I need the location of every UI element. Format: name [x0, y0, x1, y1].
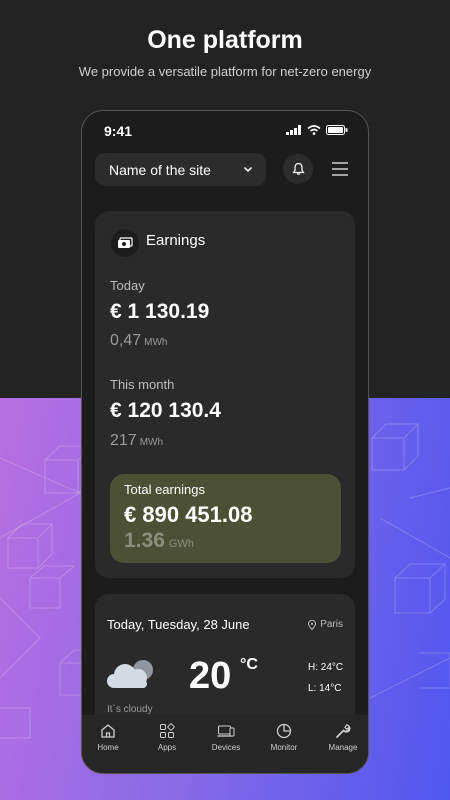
tab-manage[interactable]: Manage [315, 723, 368, 752]
tab-home-label: Home [97, 743, 119, 752]
month-energy-unit: MWh [139, 437, 164, 448]
temperature-high: H: 24°C [308, 662, 344, 673]
signal-icon [286, 125, 301, 135]
total-label: Total earnings [124, 482, 205, 497]
total-energy-value: 1.36 [124, 529, 165, 552]
status-bar: 9:41 [104, 123, 348, 141]
monitor-icon [276, 723, 292, 739]
phone-frame: 9:41 Name of the site Earnings Today € 1… [81, 110, 369, 774]
temperature-value: 20 [189, 655, 232, 697]
wrench-icon [336, 724, 351, 738]
total-earnings-panel: Total earnings € 890 451.08 1.36 GWh [110, 474, 341, 563]
weather-location: Paris [308, 619, 343, 630]
tab-devices[interactable]: Devices [198, 723, 254, 752]
temperature-low: L: 14°C [308, 683, 342, 694]
headline: One platform [147, 26, 303, 54]
earnings-card: Earnings Today € 1 130.19 0,47 MWh This m… [95, 211, 355, 578]
today-label: Today [110, 278, 145, 293]
tab-apps-label: Apps [157, 743, 177, 752]
earnings-title: Earnings [146, 232, 206, 249]
site-selector[interactable]: Name of the site [95, 153, 266, 186]
chevron-down-icon [243, 166, 253, 173]
temperature-unit: °C [240, 656, 258, 673]
month-energy: 217 MWh [110, 432, 163, 450]
tab-home[interactable]: Home [82, 723, 136, 752]
menu-button[interactable] [330, 160, 350, 178]
today-energy: 0,47 MWh [110, 332, 167, 350]
tab-monitor-label: Monitor [270, 743, 298, 752]
location-pin-icon [308, 619, 317, 630]
today-value: € 1 130.19 [110, 300, 210, 323]
apps-icon [160, 723, 175, 738]
bell-icon [291, 162, 305, 175]
wifi-icon [307, 125, 321, 135]
total-energy-unit: GWh [168, 538, 194, 550]
month-energy-value: 217 [110, 432, 137, 449]
weather-description: It`s cloudy [107, 704, 153, 715]
today-energy-unit: MWh [144, 337, 168, 348]
subline: We provide a versatile platform for net-… [78, 64, 372, 79]
tab-manage-label: Manage [328, 743, 358, 752]
site-selector-label: Name of the site [109, 161, 211, 178]
home-icon [101, 724, 115, 738]
devices-icon [217, 725, 235, 737]
tab-apps[interactable]: Apps [139, 723, 195, 752]
money-icon [111, 229, 139, 257]
notifications-button[interactable] [283, 154, 313, 184]
tab-devices-label: Devices [211, 743, 241, 752]
tab-monitor[interactable]: Monitor [256, 723, 312, 752]
month-label: This month [110, 377, 175, 392]
weather-location-label: Paris [320, 619, 343, 630]
month-value: € 120 130.4 [110, 399, 221, 422]
weather-date: Today, Tuesday, 28 June [107, 617, 250, 632]
weather-card: Today, Tuesday, 28 June Paris 20 °C H: 2… [95, 594, 355, 734]
battery-icon [326, 125, 348, 135]
cloud-icon [107, 660, 153, 688]
today-energy-value: 0,47 [110, 332, 142, 349]
total-energy: 1.36 GWh [124, 529, 194, 553]
total-value: € 890 451.08 [124, 502, 253, 527]
status-time: 9:41 [104, 123, 133, 139]
bottom-tab-bar: Home Apps Devices Monitor Manage [82, 715, 368, 773]
